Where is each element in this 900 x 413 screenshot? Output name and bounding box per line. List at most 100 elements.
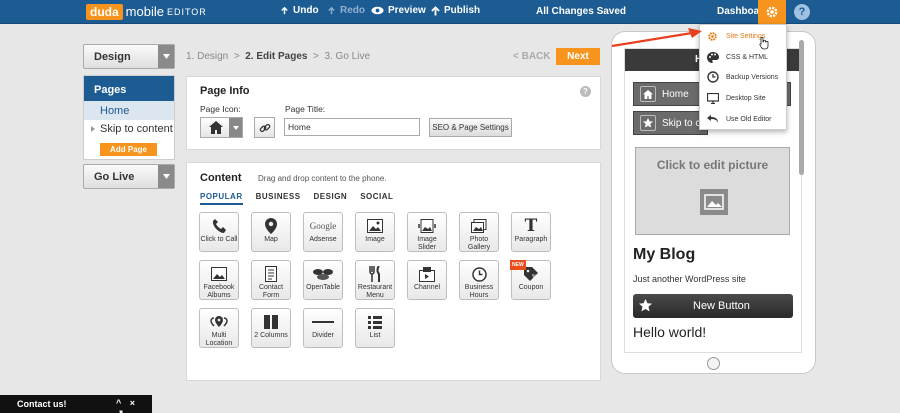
page-info-panel: Page Info ? Page Icon: Page Title: SEO &…	[186, 76, 601, 150]
widget-multi-location[interactable]: Multi Location	[199, 308, 239, 348]
widget-label: Adsense	[309, 236, 337, 243]
phone-icon	[212, 219, 226, 233]
tab-social[interactable]: SOCIAL	[360, 192, 393, 205]
opentable-icon	[313, 269, 333, 280]
go-live-button[interactable]: Go Live	[83, 164, 175, 189]
expand-icon[interactable]: ↗	[116, 408, 127, 413]
step-design[interactable]: 1. Design	[186, 51, 228, 62]
content-hint: Drag and drop content to the phone.	[258, 174, 387, 183]
widget-image-slider[interactable]: Image Slider	[407, 212, 447, 252]
undo-icon	[706, 114, 719, 124]
widget-click-to-call[interactable]: Click to Call	[199, 212, 239, 252]
widget-label: Restaurant Menu	[357, 284, 393, 299]
help-label: ?	[798, 6, 806, 18]
menu-item-site-settings[interactable]: Site Settings	[706, 29, 765, 43]
google-logo-text: Google	[309, 221, 337, 231]
home-icon	[209, 121, 223, 134]
preview-label: Preview	[388, 5, 426, 16]
widget-adsense[interactable]: Google Adsense	[303, 212, 343, 252]
widget-label: 2 Columns	[254, 332, 288, 339]
seo-settings-button[interactable]: SEO & Page Settings	[429, 118, 512, 137]
widget-photo-gallery[interactable]: Photo Gallery	[459, 212, 499, 252]
logo-product: mobile	[125, 4, 164, 19]
widget-coupon[interactable]: NEW % Coupon	[510, 260, 551, 300]
pages-title: Pages	[84, 76, 174, 101]
phone-home-circle	[707, 357, 720, 370]
page-icon-select[interactable]	[200, 117, 243, 138]
widget-contact-form[interactable]: Contact Form	[251, 260, 291, 300]
menu-item-use-old-editor[interactable]: Use Old Editor	[706, 112, 772, 126]
tab-popular[interactable]: POPULAR	[200, 192, 243, 205]
back-button[interactable]: < BACK	[513, 51, 551, 62]
divider-icon	[312, 321, 334, 323]
breadcrumb-separator: >	[233, 51, 240, 62]
widget-restaurant-menu[interactable]: Restaurant Menu	[355, 260, 395, 300]
redo-label: Redo	[340, 5, 365, 16]
cursor-icon	[759, 36, 769, 50]
minimize-icon[interactable]: ^	[116, 398, 124, 408]
undo-button[interactable]: Undo	[280, 5, 319, 16]
widget-label: Click to Call	[200, 236, 238, 243]
link-button[interactable]	[254, 117, 275, 138]
phone-new-button[interactable]: New Button	[633, 294, 793, 318]
youtube-channel-icon	[419, 266, 435, 282]
duda-logo: duda mobile EDITOR	[86, 3, 207, 20]
tab-design[interactable]: DESIGN	[314, 192, 348, 205]
help-button[interactable]: ?	[794, 4, 810, 20]
widget-label: Business Hours	[464, 284, 494, 299]
menu-item-label: Desktop Site	[726, 94, 766, 102]
history-icon	[706, 71, 719, 83]
add-page-button[interactable]: Add Page	[100, 143, 157, 156]
undo-label: Undo	[293, 5, 319, 16]
facebook-albums-icon	[211, 267, 227, 281]
tab-business[interactable]: BUSINESS	[256, 192, 301, 205]
page-title-input[interactable]	[284, 118, 420, 136]
contact-us-bar[interactable]: Contact us! ^ × ↗	[0, 395, 152, 413]
contact-form-icon	[265, 266, 277, 282]
blog-tagline[interactable]: Just another WordPress site	[633, 274, 746, 284]
star-icon	[639, 299, 652, 312]
widget-business-hours[interactable]: Business Hours	[459, 260, 499, 300]
widget-opentable[interactable]: OpenTable	[303, 260, 343, 300]
settings-gear-button[interactable]	[758, 0, 786, 24]
widget-image[interactable]: Image	[355, 212, 395, 252]
logo-brand: duda	[86, 3, 123, 20]
menu-item-label: Use Old Editor	[726, 115, 772, 123]
widget-label: OpenTable	[306, 284, 340, 291]
menu-item-css-html[interactable]: CSS & HTML	[706, 50, 768, 64]
publish-button[interactable]: Publish	[431, 5, 480, 16]
menu-item-desktop-site[interactable]: Desktop Site	[706, 91, 766, 105]
phone-picture-placeholder[interactable]: Click to edit picture	[635, 147, 790, 235]
photo-gallery-icon	[471, 218, 487, 233]
widget-label: Image Slider	[417, 236, 437, 251]
phone-skip-button[interactable]: Skip to co	[633, 111, 708, 135]
step-go-live[interactable]: 3. Go Live	[324, 51, 370, 62]
image-icon	[700, 189, 728, 215]
menu-item-label: Backup Versions	[726, 73, 779, 81]
widget-divider[interactable]: Divider	[303, 308, 343, 348]
page-item-home[interactable]: Home	[84, 101, 174, 120]
widget-paragraph[interactable]: T Paragraph	[511, 212, 551, 252]
menu-item-backup-versions[interactable]: Backup Versions	[706, 70, 778, 84]
next-button[interactable]: Next	[556, 48, 600, 65]
design-button[interactable]: Design	[83, 44, 175, 69]
phone-scrollbar[interactable]	[799, 40, 804, 175]
page-info-help-icon[interactable]: ?	[580, 86, 591, 97]
preview-button[interactable]: Preview	[371, 5, 426, 16]
widget-list[interactable]: List	[355, 308, 395, 348]
redo-icon	[328, 6, 335, 15]
page-item-skip-to-content[interactable]: Skip to content	[84, 120, 174, 137]
blog-title[interactable]: My Blog	[633, 246, 695, 264]
widget-label: Photo Gallery	[467, 236, 491, 251]
publish-arrow-icon	[431, 5, 440, 15]
new-badge: NEW	[510, 260, 526, 270]
star-icon	[640, 115, 656, 131]
close-icon[interactable]: ×	[130, 398, 138, 408]
widget-map[interactable]: Map	[251, 212, 291, 252]
redo-button[interactable]: Redo	[327, 5, 365, 16]
widget-facebook-albums[interactable]: Facebook Albums	[199, 260, 239, 300]
chevron-down-icon	[229, 118, 242, 137]
post-title[interactable]: Hello world!	[633, 324, 706, 340]
widget-channel[interactable]: Channel	[407, 260, 447, 300]
widget-2-columns[interactable]: 2 Columns	[251, 308, 291, 348]
